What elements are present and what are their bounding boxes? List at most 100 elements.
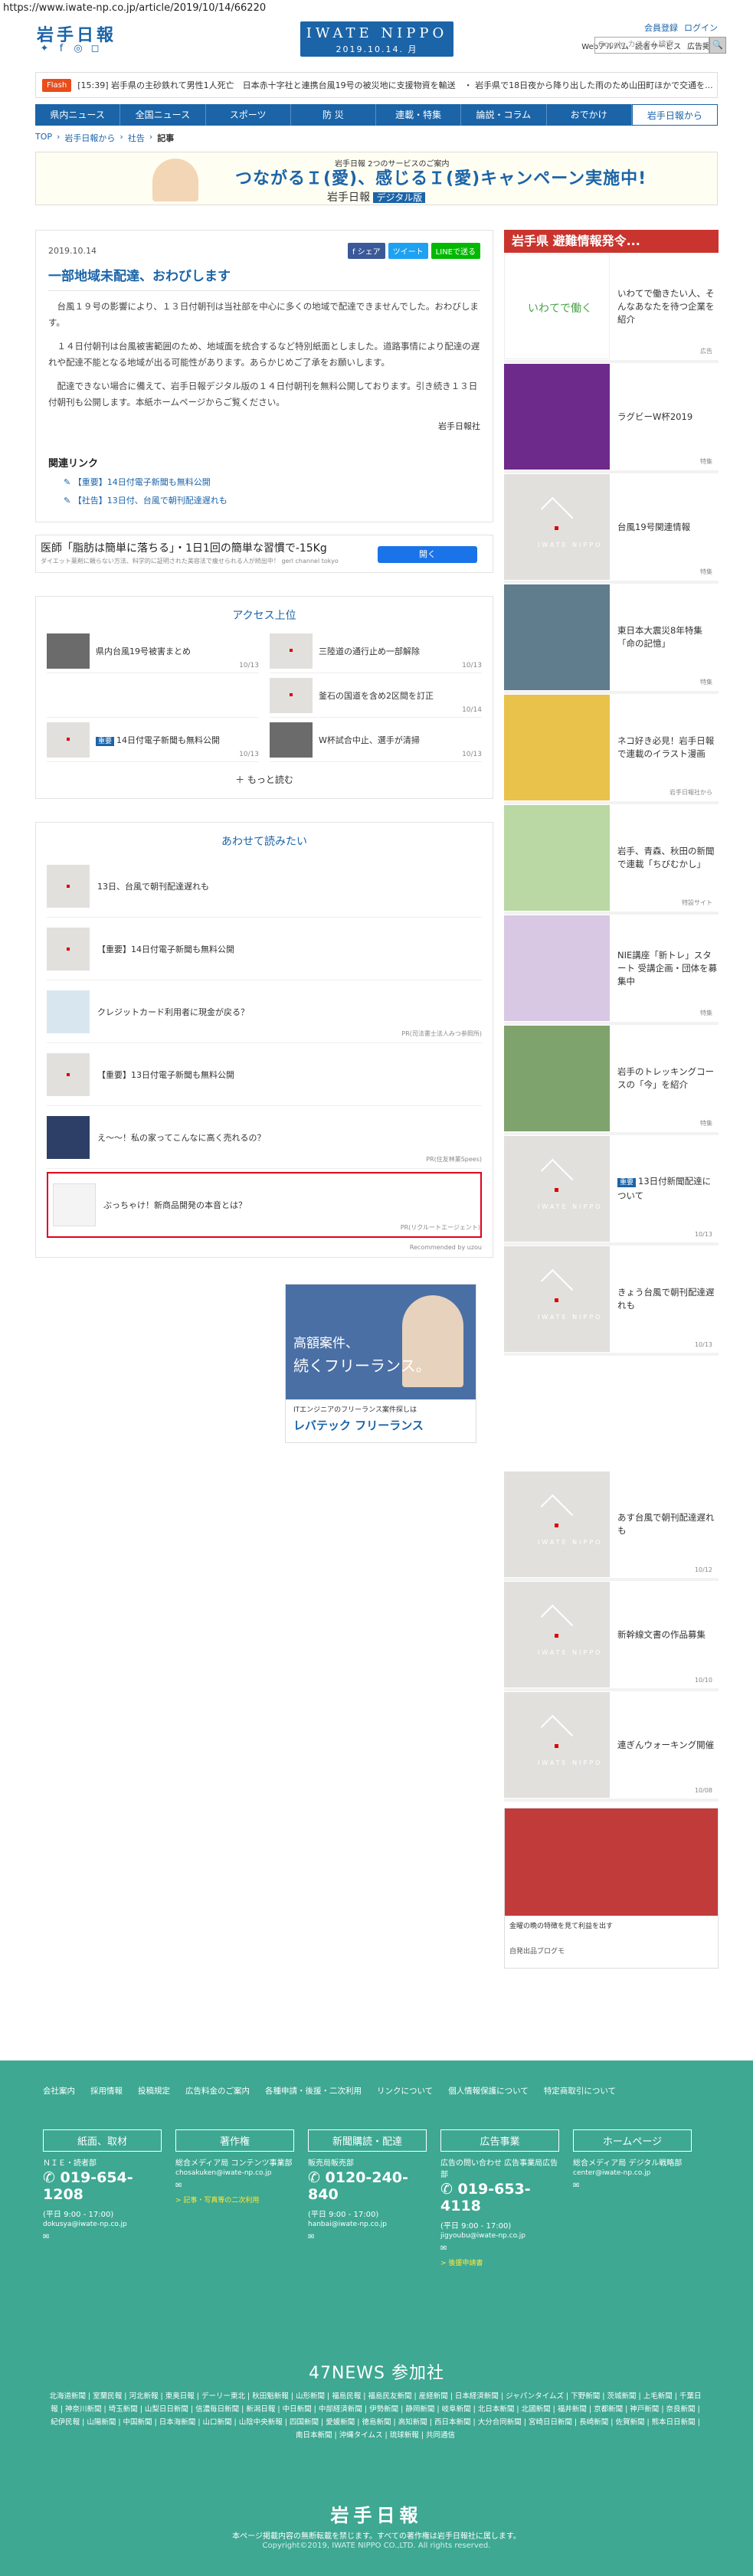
footer-logo[interactable]: 岩手日報 xyxy=(0,2500,753,2527)
ad-brand: レバテック フリーランス xyxy=(293,1419,424,1432)
recommend-item[interactable]: クレジットカード利用者に現金が戻る？ PR(司法書士法人みつ参照所) xyxy=(47,980,482,1043)
register-link[interactable]: 会員登録 xyxy=(644,21,678,34)
related-links-title: 関連リンク xyxy=(48,458,99,470)
email-link[interactable]: chosakuken@iwate-np.co.jp xyxy=(175,2169,294,2177)
recommend-item[interactable]: 【重要】13日付電子新聞も無料公開 xyxy=(47,1043,482,1106)
facebook-icon[interactable]: f xyxy=(55,43,67,55)
footer-link[interactable]: 各種申請・後援・二次利用 xyxy=(265,2085,362,2096)
email-link[interactable]: center@iwate-np.co.jp xyxy=(573,2169,692,2177)
sidebar-item[interactable]: 岩手、青森、秋田の新聞で連載「ちびむかし」 特設サイト xyxy=(504,804,719,915)
footer-note: 本ページ掲載内容の無断転載を禁じます。すべての著作権は岩手日報社に属します。 xyxy=(232,2532,521,2541)
main-column: 2019.10.14 f シェア ツイート LINEで送る 一部地域未配達、おわ… xyxy=(35,230,493,1443)
footer-link[interactable]: 個人情報保護について xyxy=(448,2085,529,2096)
ad-strip[interactable]: 医師「脂肪は簡単に落ちる」・1日1回の簡単な習慣で-15Kg ダイエット薬剤に頼… xyxy=(35,535,493,573)
recommend-item[interactable]: 【重要】14日付電子新聞も無料公開 xyxy=(47,918,482,980)
sidebar-item[interactable]: IWATE NIPPO 重要 13日付新聞配達について 10/13 xyxy=(504,1135,719,1245)
campaign-banner[interactable]: 岩手日報 2つのサービスのご案内 つながるＩ(愛)、感じるＩ(愛)キャンペーン実… xyxy=(35,152,718,205)
footer-links: 会社案内 採用情報 投稿規定 広告料金のご案内 各種申請・後援・二次利用 リンク… xyxy=(43,2085,671,2096)
nav-item-from-iwate-nippo[interactable]: 岩手日報から xyxy=(631,104,718,126)
email-link[interactable]: jigyoubu@iwate-np.co.jp xyxy=(440,2232,559,2240)
related-link[interactable]: ✎ 【社告】13日付、台風で朝刊配達遅れも xyxy=(48,494,480,506)
line-icon[interactable]: ◎ xyxy=(72,43,84,55)
47news-list[interactable]: 北海道新聞 | 室蘭民報 | 河北新報 | 東奥日報 | デーリー東北 | 秋田… xyxy=(46,2390,705,2442)
footer-link[interactable]: 投稿規定 xyxy=(138,2085,170,2096)
sidebar-item[interactable]: 岩手のトレッキングコースの「今」を紹介 特集 xyxy=(504,1025,719,1135)
sidebar-item[interactable]: ネコ好き必見！岩手日報で連載のイラスト漫画 岩手日報社から xyxy=(504,694,719,804)
flash-news: Flash [15:39] 岩手県の主砂鉄れて男性1人死亡 日本赤十字社と連携台… xyxy=(35,72,718,98)
more-button[interactable]: ＋ もっと読む xyxy=(36,762,493,798)
share-buttons: f シェア ツイート LINEで送る xyxy=(347,243,480,259)
ranking-item[interactable]: 三陸道の通行止め一部解除 10/13 xyxy=(270,629,482,673)
email-link[interactable]: hanbai@iwate-np.co.jp xyxy=(308,2221,427,2228)
nav-item-national[interactable]: 全国ニュース xyxy=(120,104,206,126)
sidebar-item[interactable]: IWATE NIPPO 台風19号関連情報 特集 xyxy=(504,473,719,584)
mail-icon[interactable]: ✉ xyxy=(308,2233,427,2241)
breadcrumb-top[interactable]: TOP xyxy=(35,132,52,144)
mail-icon[interactable]: ✉ xyxy=(440,2244,559,2253)
banner-main: つながるＩ(愛)、感じるＩ(愛)キャンペーン実施中! xyxy=(235,169,647,188)
ad-visual: 高額案件、 続くフリーランス。 xyxy=(286,1285,476,1399)
footer-link[interactable]: 会社案内 xyxy=(43,2085,75,2096)
footer-note-link[interactable]: > 後援申請書 xyxy=(440,2257,559,2267)
line-share-button[interactable]: LINEで送る xyxy=(431,243,480,259)
flash-text[interactable]: [15:39] 岩手県の主砂鉄れて男性1人死亡 日本赤十字社と連携台風19号の被… xyxy=(77,79,712,91)
twitter-icon[interactable]: ✦ xyxy=(38,43,51,55)
phone-number[interactable]: ✆ 019-653-4118 xyxy=(440,2181,559,2214)
facebook-share-button[interactable]: f シェア xyxy=(347,243,385,259)
footer-link[interactable]: 広告料金のご案内 xyxy=(185,2085,250,2096)
search-area: Google カスタム検索 🔍 xyxy=(594,37,726,54)
footer-note-link[interactable]: > 記事・写真等の二次利用 xyxy=(175,2195,294,2204)
ranking-item[interactable]: 県内台風19号被害まとめ 10/13 xyxy=(47,629,259,673)
sidebar-item[interactable]: IWATE NIPPO 連ぎんウォーキング開催 10/08 xyxy=(504,1691,719,1802)
sidebar-item[interactable]: いわてで働く いわてで働きたい人、そんなあなたを待つ企業を紹介 広告 xyxy=(504,253,719,363)
thumbnail xyxy=(270,633,313,669)
contact-column: 新聞購読・配達 販売局販売部 ✆ 0120-240-840 (平日 9:00 -… xyxy=(308,2129,427,2267)
phone-number[interactable]: ✆ 0120-240-840 xyxy=(308,2169,427,2203)
sidebar-ad[interactable]: 金曜の晩の特徴を見て利益を出す 自発出品ブログモ xyxy=(504,1808,719,1969)
mail-icon[interactable]: ✉ xyxy=(175,2182,294,2190)
sidebar-item[interactable]: ラグビーW杯2019 特集 xyxy=(504,363,719,473)
nav-item-sports[interactable]: スポーツ xyxy=(206,104,291,126)
sidebar-item[interactable]: IWATE NIPPO きょう台風で朝刊配達遅れも 10/13 xyxy=(504,1245,719,1356)
breadcrumb-current: 記事 xyxy=(157,133,175,143)
instagram-icon[interactable]: ◻ xyxy=(89,43,101,55)
login-link[interactable]: ログイン xyxy=(684,21,718,34)
flash-label: Flash xyxy=(42,78,72,92)
ad-open-button[interactable]: 開く xyxy=(378,546,477,563)
thumbnail: IWATE NIPPO xyxy=(504,474,610,580)
search-input[interactable]: Google カスタム検索 xyxy=(594,37,709,54)
nav-item-local[interactable]: 県内ニュース xyxy=(35,104,121,126)
phone-number[interactable]: ✆ 019-654-1208 xyxy=(43,2169,162,2203)
sidebar-item[interactable]: 東日本大震災8年特集「命の記憶」 特集 xyxy=(504,584,719,694)
evacuation-info-banner[interactable]: 岩手県 避難情報発令... xyxy=(504,230,719,253)
tweet-button[interactable]: ツイート xyxy=(388,243,428,259)
footer-link[interactable]: 特定商取引について xyxy=(544,2085,616,2096)
nav-item-outing[interactable]: おでかけ xyxy=(547,104,632,126)
footer-link[interactable]: 採用情報 xyxy=(90,2085,123,2096)
recommend-item-highlighted[interactable]: ぶっちゃけ！新商品開発の本音とは？ PR(リクルートエージェント) xyxy=(47,1172,482,1238)
thumbnail xyxy=(47,864,90,908)
sidebar-item[interactable]: IWATE NIPPO あす台風で朝刊配達遅れも 10/12 xyxy=(504,1471,719,1581)
center-logo[interactable]: IWATE NIPPO 2019.10.14. 月 xyxy=(300,21,453,57)
nav-item-disaster[interactable]: 防 災 xyxy=(291,104,376,126)
ranking-item[interactable]: 釜石の国道を含め2区間を訂正 10/14 xyxy=(270,673,482,718)
email-link[interactable]: dokusya@iwate-np.co.jp xyxy=(43,2221,162,2228)
nav-item-column[interactable]: 論説・コラム xyxy=(461,104,547,126)
footer-link[interactable]: リンクについて xyxy=(377,2085,433,2096)
sidebar-item[interactable]: IWATE NIPPO 新幹線文書の作品募集 10/10 xyxy=(504,1581,719,1691)
ranking-item[interactable]: 重要 14日付電子新聞も無料公開 10/13 xyxy=(47,718,259,762)
breadcrumb-notice[interactable]: 社告 xyxy=(128,132,145,144)
recommend-item[interactable]: え〜〜！私の家ってこんなに高く売れるの？ PR(住友林業Spees) xyxy=(47,1106,482,1169)
mail-icon[interactable]: ✉ xyxy=(43,2233,162,2241)
recommend-item[interactable]: 13日、台風で朝刊配達遅れも xyxy=(47,855,482,918)
related-link[interactable]: ✎ 【重要】14日付電子新聞も無料公開 xyxy=(48,476,480,488)
search-icon[interactable]: 🔍 xyxy=(709,37,726,54)
nav-item-series[interactable]: 連載・特集 xyxy=(376,104,462,126)
freelance-ad[interactable]: 高額案件、 続くフリーランス。 ITエンジニアのフリーランス案件探しは レバテッ… xyxy=(285,1284,476,1443)
ad-caption: 金曜の晩の特徴を見て利益を出す xyxy=(509,1923,614,1930)
ranking-item[interactable]: W杯試合中止、選手が清掃 10/13 xyxy=(270,718,482,762)
sidebar-item[interactable]: NIE講座「新トレ」スタート 受講企画・団体を募集中 特集 xyxy=(504,915,719,1025)
article-paragraph: 配達できない場合に備えて、岩手日報デジタル版の１４日付朝刊を無料公開しております… xyxy=(48,381,478,408)
mail-icon[interactable]: ✉ xyxy=(573,2182,692,2190)
breadcrumb-from[interactable]: 岩手日報から xyxy=(64,132,115,144)
